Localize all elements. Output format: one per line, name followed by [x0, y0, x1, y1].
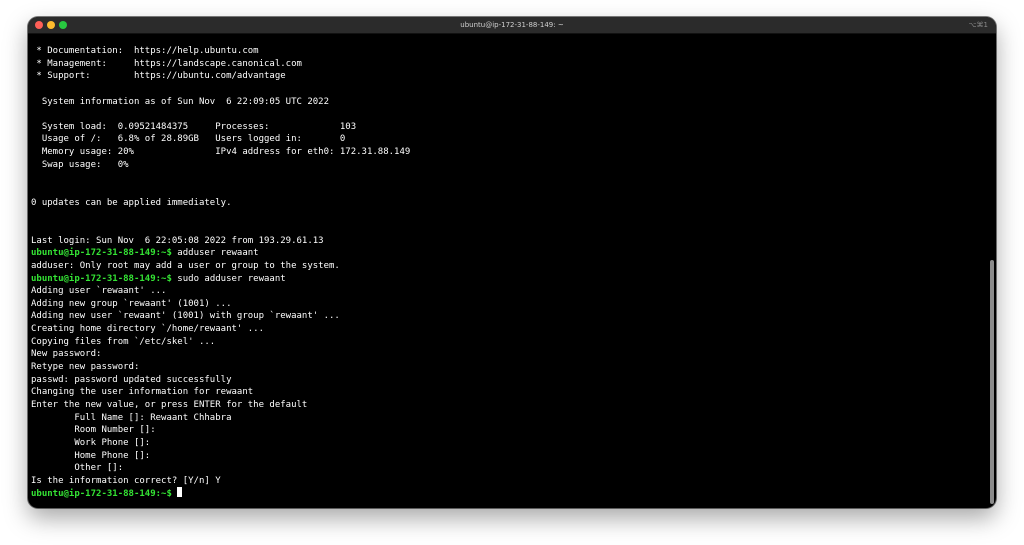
output-line: Room Number []: — [31, 424, 986, 437]
output-text: Work Phone []: — [31, 437, 151, 448]
output-line: Creating home directory `/home/rewaant' … — [31, 323, 986, 336]
output-line: Swap usage: 0% — [31, 159, 986, 172]
output-text: Memory usage: 20% IPv4 address for eth0:… — [31, 147, 411, 158]
output-text: System load: 0.09521484375 Processes: 10… — [31, 121, 357, 132]
output-text: New password: — [31, 349, 102, 360]
output-line: Memory usage: 20% IPv4 address for eth0:… — [31, 146, 986, 159]
output-line: Copying files from `/etc/skel' ... — [31, 336, 986, 349]
output-text: Retype new password: — [31, 362, 140, 373]
output-text: * Documentation: https://help.ubuntu.com — [31, 46, 259, 56]
output-line: Work Phone []: — [31, 437, 986, 450]
output-line: adduser: Only root may add a user or gro… — [31, 260, 986, 273]
output-line: New password: — [31, 348, 986, 361]
output-text: Swap usage: 0% — [31, 159, 129, 170]
output-text: Usage of /: 6.8% of 28.89GB Users logged… — [31, 134, 346, 145]
output-line: Enter the new value, or press ENTER for … — [31, 399, 986, 412]
output-text: Room Number []: — [31, 425, 156, 436]
output-text: adduser: Only root may add a user or gro… — [31, 260, 340, 271]
shell-prompt: ubuntu@ip-172-31-88-149:~$ — [31, 248, 172, 259]
output-line: Last login: Sun Nov 6 22:05:08 2022 from… — [31, 235, 986, 248]
output-line: System information as of Sun Nov 6 22:09… — [31, 96, 986, 109]
shell-prompt: ubuntu@ip-172-31-88-149:~$ — [31, 489, 172, 500]
output-line: * Documentation: https://help.ubuntu.com — [31, 45, 986, 58]
window-title: ubuntu@ip-172-31-88-149: ~ — [460, 21, 564, 29]
output-text: Home Phone []: — [31, 450, 151, 461]
output-line: passwd: password updated successfully — [31, 374, 986, 387]
output-text: Last login: Sun Nov 6 22:05:08 2022 from… — [31, 235, 324, 246]
output-text: Other []: — [31, 463, 124, 474]
output-line: Adding user `rewaant' ... — [31, 285, 986, 298]
output-text: Adding user `rewaant' ... — [31, 286, 167, 297]
terminal-window: ubuntu@ip-172-31-88-149: ~ ⌥⌘1 * Documen… — [28, 17, 996, 508]
output-text: * Management: https://landscape.canonica… — [31, 58, 302, 69]
output-line: Full Name []: Rewaant Chhabra — [31, 412, 986, 425]
command-text: sudo adduser rewaant — [171, 273, 286, 284]
prompt-line: ubuntu@ip-172-31-88-149:~$ — [31, 487, 986, 500]
output-text: * Support: https://ubuntu.com/advantage — [31, 71, 286, 82]
output-text: Adding new group `rewaant' (1001) ... — [31, 298, 232, 309]
output-text: System information as of Sun Nov 6 22:09… — [31, 96, 330, 107]
output-text: Is the information correct? [Y/n] Y — [31, 475, 221, 486]
output-line: Changing the user information for rewaan… — [31, 386, 986, 399]
output-line: Retype new password: — [31, 361, 986, 374]
prompt-line: ubuntu@ip-172-31-88-149:~$ adduser rewaa… — [31, 247, 986, 260]
output-text: Enter the new value, or press ENTER for … — [31, 399, 308, 410]
title-bar[interactable]: ubuntu@ip-172-31-88-149: ~ ⌥⌘1 — [28, 17, 996, 34]
shell-prompt: ubuntu@ip-172-31-88-149:~$ — [31, 273, 172, 284]
output-line: * Management: https://landscape.canonica… — [31, 58, 986, 71]
output-line: Is the information correct? [Y/n] Y — [31, 475, 986, 488]
output-text: Adding new user `rewaant' (1001) with gr… — [31, 311, 340, 322]
output-line: Usage of /: 6.8% of 28.89GB Users logged… — [31, 133, 986, 146]
output-line: Home Phone []: — [31, 450, 986, 463]
output-text: Changing the user information for rewaan… — [31, 387, 254, 398]
scrollbar[interactable] — [990, 260, 994, 504]
command-text: adduser rewaant — [171, 248, 259, 259]
output-text: Full Name []: Rewaant Chhabra — [31, 412, 232, 423]
output-line: System load: 0.09521484375 Processes: 10… — [31, 121, 986, 134]
output-line: 0 updates can be applied immediately. — [31, 197, 986, 210]
prompt-line: ubuntu@ip-172-31-88-149:~$ sudo adduser … — [31, 273, 986, 286]
output-text: 0 updates can be applied immediately. — [31, 197, 232, 208]
window-shortcut: ⌥⌘1 — [968, 21, 988, 29]
output-text: Copying files from `/etc/skel' ... — [31, 336, 216, 347]
output-text: Creating home directory `/home/rewaant' … — [31, 324, 264, 335]
output-text: passwd: password updated successfully — [31, 374, 232, 385]
terminal-output[interactable]: * Documentation: https://help.ubuntu.com… — [31, 45, 986, 508]
output-line: * Support: https://ubuntu.com/advantage — [31, 70, 986, 83]
output-line: Adding new group `rewaant' (1001) ... — [31, 298, 986, 311]
text-cursor — [177, 487, 183, 498]
output-line: Adding new user `rewaant' (1001) with gr… — [31, 310, 986, 323]
output-line: Other []: — [31, 462, 986, 475]
